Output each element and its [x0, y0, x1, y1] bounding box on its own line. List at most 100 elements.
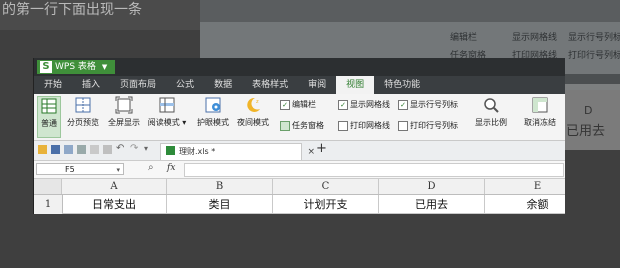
page-break-preview-button[interactable]: 分页预览: [64, 96, 102, 128]
cell-c1[interactable]: 计划开支: [273, 195, 379, 214]
bg-column-d: D: [584, 104, 593, 117]
edit-bar-label: 编辑栏: [292, 100, 316, 109]
edit-bar-checkbox[interactable]: ✓ 编辑栏: [280, 99, 316, 110]
reading-mode-dropdown-icon[interactable]: ▾: [182, 118, 186, 127]
svg-text:z: z: [256, 99, 259, 105]
print-row-col-headers-label: 打印行号列标: [410, 121, 458, 130]
page-break-preview-label: 分页预览: [67, 118, 99, 127]
menu-data[interactable]: 数据: [204, 76, 242, 94]
show-row-col-headers-label: 显示行号列标: [410, 100, 458, 109]
ribbon-view: 普通 分页预览 全屏显示 阅读模式 ▾ 护眼模式 z 夜间模式 ✓ 编辑栏 任务…: [34, 94, 565, 141]
copy-icon[interactable]: [103, 145, 112, 154]
cell-a1[interactable]: 日常支出: [62, 195, 167, 214]
menu-home[interactable]: 开始: [34, 76, 72, 94]
bg-print-headers: 打印行号列标: [568, 51, 620, 61]
normal-view-label: 普通: [41, 119, 57, 128]
print-icon[interactable]: [64, 145, 73, 154]
night-mode-button[interactable]: z 夜间模式: [234, 96, 272, 128]
file-tab[interactable]: 理财.xls * ×: [160, 143, 315, 160]
column-header-b[interactable]: B: [167, 179, 273, 194]
table-row: 1 日常支出 类目 计划开支 已用去 余额: [34, 195, 565, 214]
menu-insert[interactable]: 插入: [72, 76, 110, 94]
normal-view-icon: [40, 97, 58, 115]
quick-access-dropdown-icon[interactable]: ▾: [144, 144, 148, 153]
zoom-button[interactable]: 显示比例: [471, 96, 511, 128]
cell-e1[interactable]: 余额: [485, 195, 565, 214]
menu-review[interactable]: 审阅: [298, 76, 336, 94]
formula-input[interactable]: [184, 163, 564, 177]
cell-reference: F5: [65, 165, 75, 174]
name-box-dropdown-icon[interactable]: ▾: [116, 164, 120, 176]
row-header-1[interactable]: 1: [34, 195, 63, 214]
print-preview-icon[interactable]: [77, 145, 86, 154]
spreadsheet-file-icon: [166, 146, 175, 155]
cell-d1[interactable]: 已用去: [379, 195, 485, 214]
cell-b1[interactable]: 类目: [167, 195, 273, 214]
column-headers: A B C D E: [34, 179, 565, 195]
close-tab-icon[interactable]: ×: [307, 144, 315, 160]
night-mode-label: 夜间模式: [237, 118, 269, 127]
show-gridlines-checkbox[interactable]: ✓ 显示网格线: [338, 99, 390, 110]
full-screen-icon: [115, 96, 133, 114]
zoom-magnifier-icon[interactable]: ⌕: [148, 162, 154, 173]
zoom-label: 显示比例: [475, 118, 507, 127]
task-pane-label: 任务窗格: [292, 121, 324, 130]
unfreeze-label: 取消冻结: [524, 118, 556, 127]
app-title: WPS 表格: [55, 62, 96, 72]
print-headers-box-icon: [398, 120, 408, 131]
column-header-a[interactable]: A: [62, 179, 167, 194]
reading-mode-button[interactable]: 阅读模式 ▾: [146, 96, 188, 128]
unfreeze-button[interactable]: 取消冻结: [520, 96, 560, 128]
print-gridlines-box-icon: [338, 120, 348, 131]
menu-special-features[interactable]: 特色功能: [374, 76, 430, 94]
undo-icon[interactable]: ↶: [116, 143, 124, 154]
new-tab-icon[interactable]: +: [316, 141, 327, 156]
bg-show-headers: 显示行号列标: [568, 33, 620, 43]
show-row-col-headers-checkbox[interactable]: ✓ 显示行号列标: [398, 99, 458, 110]
bg-cell-used: 已用去: [566, 124, 606, 139]
show-gridlines-label: 显示网格线: [350, 100, 390, 109]
menu-view[interactable]: 视图: [336, 76, 375, 94]
bg-edit-bar: 编辑栏: [450, 33, 478, 43]
select-all-corner[interactable]: [34, 179, 62, 194]
formula-bar: F5 ▾ ⌕ fx: [34, 161, 565, 179]
reading-mode-icon: [158, 96, 176, 114]
night-mode-icon: z: [244, 96, 262, 114]
eye-mode-button[interactable]: 护眼模式: [194, 96, 232, 128]
background-right-cells: D 已用去: [560, 90, 620, 150]
background-caption: 的第一行下面出现一条: [0, 0, 212, 30]
save-icon[interactable]: [51, 145, 60, 154]
wps-window: S WPS 表格 ▼ 开始 插入 页面布局 公式 数据 表格样式 审阅 视图 特…: [33, 58, 565, 214]
task-pane-button[interactable]: 任务窗格: [280, 120, 324, 131]
print-gridlines-checkbox[interactable]: 打印网格线: [338, 120, 390, 131]
print-row-col-headers-checkbox[interactable]: 打印行号列标: [398, 120, 458, 131]
menu-table-style[interactable]: 表格样式: [242, 76, 298, 94]
column-header-e[interactable]: E: [485, 179, 565, 194]
normal-view-button[interactable]: 普通: [37, 96, 61, 138]
task-pane-icon: [280, 120, 290, 131]
menu-page-layout[interactable]: 页面布局: [110, 76, 166, 94]
quick-access-and-tabs: ↶ ↷ ▾ 理财.xls * × +: [34, 141, 565, 161]
wps-logo-icon: S: [40, 61, 52, 73]
menu-bar: 开始 插入 页面布局 公式 数据 表格样式 审阅 视图 特色功能: [34, 76, 565, 94]
file-tab-name: 理财.xls *: [179, 147, 216, 156]
menu-formulas[interactable]: 公式: [166, 76, 204, 94]
page-break-preview-icon: [74, 96, 92, 114]
redo-icon[interactable]: ↷: [130, 143, 138, 154]
caret-down-icon: ▼: [101, 63, 108, 71]
column-header-c[interactable]: C: [273, 179, 379, 194]
full-screen-button[interactable]: 全屏显示: [105, 96, 143, 128]
reading-mode-label: 阅读模式: [147, 118, 180, 127]
name-box[interactable]: F5 ▾: [36, 163, 124, 175]
show-gridlines-check-icon: ✓: [338, 99, 348, 110]
eye-mode-icon: [204, 96, 222, 114]
open-folder-icon[interactable]: [38, 145, 47, 154]
edit-bar-check-icon: ✓: [280, 99, 290, 110]
column-header-d[interactable]: D: [379, 179, 485, 194]
show-headers-check-icon: ✓: [398, 99, 408, 110]
app-menu-button[interactable]: S WPS 表格 ▼: [37, 60, 115, 74]
title-bar: S WPS 表格 ▼: [34, 58, 565, 76]
insert-function-icon[interactable]: fx: [167, 163, 175, 173]
magnifier-icon: [482, 96, 500, 114]
export-icon[interactable]: [90, 145, 99, 154]
